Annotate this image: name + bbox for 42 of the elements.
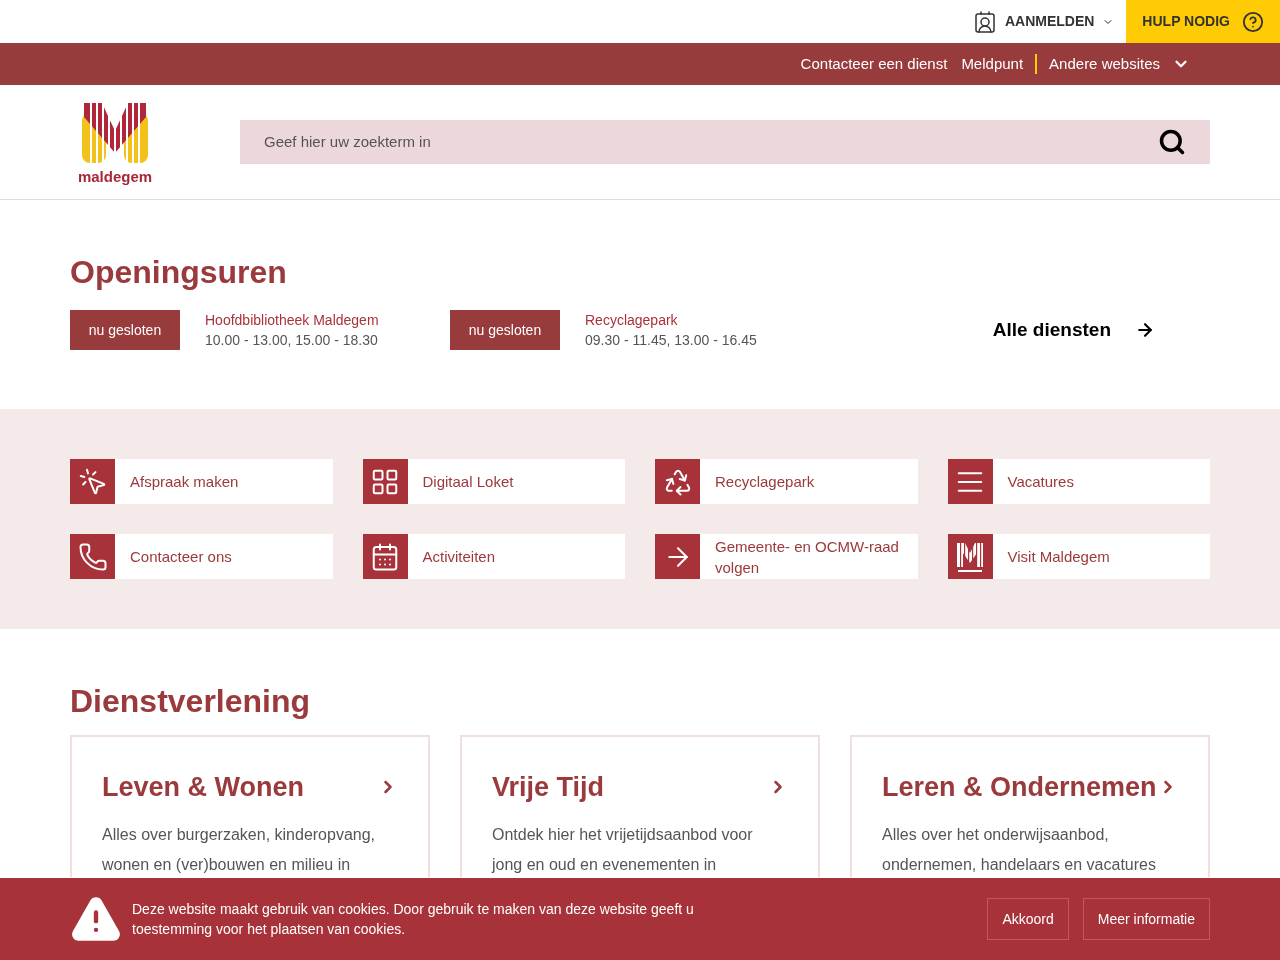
calendar-icon <box>370 541 400 572</box>
cursor-click-icon <box>77 466 108 497</box>
other-websites-button[interactable]: Andere websites <box>1049 52 1190 76</box>
card-title: Leven & Wonen <box>102 771 305 804</box>
all-services-link[interactable]: Alle diensten <box>992 315 1155 345</box>
card-title: Leren & Ondernemen <box>882 771 1157 804</box>
status-badge: nu gesloten <box>450 310 560 350</box>
card-title: Vrije Tijd <box>492 771 605 804</box>
help-icon <box>1242 10 1264 33</box>
quick-link[interactable]: Afspraak maken <box>70 459 333 504</box>
search-field[interactable]: Geef hier uw zoekterm in <box>264 130 1158 154</box>
user-card-icon <box>972 9 997 34</box>
status-badge: nu gesloten <box>70 310 180 350</box>
search-icon[interactable] <box>1158 128 1186 156</box>
quick-link[interactable]: Contacteer ons <box>70 534 333 579</box>
quick-link[interactable]: Activiteiten <box>362 534 625 579</box>
opening-hours-text: 09.30 - 11.45, 13.00 - 16.45 <box>585 331 757 350</box>
search-bar[interactable]: Geef hier uw zoekterm in <box>240 120 1210 164</box>
phone-icon <box>77 541 108 572</box>
card-text: Alles over het onderwijsaanbod, ondernemen, handelaars en vacatures <box>882 824 1157 875</box>
location-link[interactable]: Hoofdbibliotheek Maldegem <box>205 310 379 330</box>
quick-link[interactable]: Recyclagepark <box>655 459 918 504</box>
opening-hours-text: 10.00 - 13.00, 15.00 - 18.30 <box>205 331 379 350</box>
logo-icon <box>80 100 150 165</box>
logo-text: maldegem <box>77 168 153 184</box>
cookie-text: Deze website maakt gebruik van cookies. Door gebruik te maken van deze website geeft u toestemming voor het plaatsen van cookies. <box>132 900 695 939</box>
quick-link[interactable]: Digitaal Loket <box>362 459 625 504</box>
card-text: Ontdek hier het vrijetijdsaanbod voor jong en oud en evenementen in <box>492 824 754 875</box>
cookie-button[interactable]: Meer informatie <box>1082 898 1210 940</box>
section-title: Openingsuren <box>70 253 288 292</box>
quick-link[interactable]: Gemeente- en OCMW-raad volgen <box>655 534 918 579</box>
logo-icon <box>955 540 985 573</box>
quick-link[interactable]: Vacatures <box>947 459 1210 504</box>
location-link[interactable]: Recyclagepark <box>585 310 757 330</box>
nav-link[interactable]: Meldpunt <box>961 52 1024 76</box>
login-button[interactable]: AANMELDEN <box>960 0 1127 43</box>
nav-link[interactable]: Contacteer een dienst <box>800 52 948 76</box>
cookie-button[interactable]: Akkoord <box>987 898 1069 940</box>
quick-link[interactable]: Visit Maldegem <box>947 534 1210 579</box>
section-title: Dienstverlening <box>70 682 312 721</box>
card-text: Alles over burgerzaken, kinderopvang, wonen en (ver)bouwen en milieu in <box>102 824 377 875</box>
help-button[interactable]: HULP NODIG <box>1126 0 1280 43</box>
